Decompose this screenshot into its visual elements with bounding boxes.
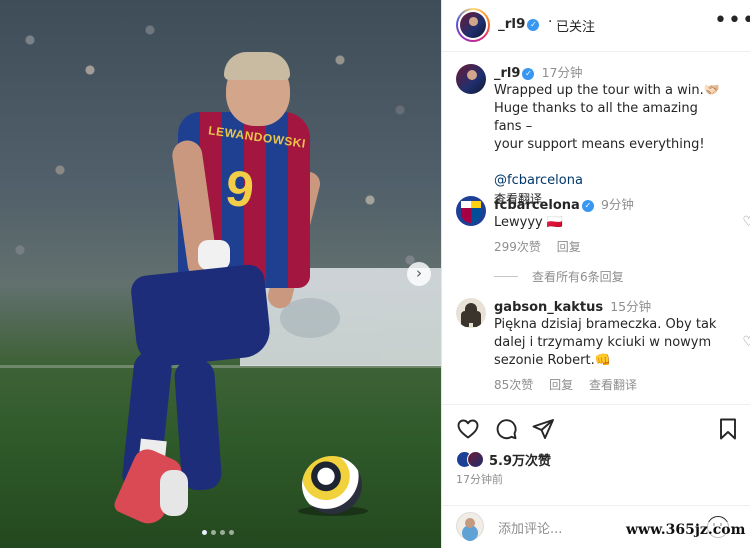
football — [302, 456, 362, 514]
player-boot-right — [160, 470, 188, 516]
more-icon[interactable]: ••• — [714, 8, 750, 33]
reply-button[interactable]: 回复 — [557, 240, 581, 254]
verified-badge-icon: ✓ — [527, 19, 540, 31]
story-ring[interactable] — [456, 8, 490, 42]
likes-count: 5.9万次赞 — [489, 454, 552, 469]
author-username[interactable]: _rl9 ✓ — [498, 16, 540, 32]
view-replies-label: 查看所有6条回复 — [532, 270, 624, 284]
player-figure: LEWANDOWSKI 9 — [0, 0, 441, 548]
carousel-indicator — [202, 530, 234, 535]
carousel-dot — [229, 530, 234, 535]
share-icon[interactable] — [531, 417, 555, 441]
heart-icon[interactable]: ♡ — [742, 214, 750, 230]
comment-text-line: dalej i trzymamy kciuki w nowym — [494, 335, 712, 350]
post-photo[interactable]: LEWANDOWSKI 9 › — [0, 0, 441, 548]
comment-text: Lewyyy 🇵🇱 — [494, 215, 564, 230]
bookmark-icon[interactable] — [716, 417, 740, 441]
comment-text-line: sezonie Robert.👊 — [494, 353, 611, 368]
reply-button[interactable]: 回复 — [549, 378, 573, 392]
post-header: _rl9✓ · 已关注 ••• — [442, 0, 750, 52]
comment-username[interactable]: fcbarcelona — [494, 198, 580, 213]
watermark: www.365jz.com — [624, 522, 748, 538]
comment-time[interactable]: 15分钟 — [610, 299, 651, 314]
carousel-dot — [202, 530, 207, 535]
player-hair — [224, 52, 290, 80]
caption-text-line: your support means everything! — [494, 137, 705, 152]
post-timestamp[interactable]: 17分钟前 — [456, 471, 503, 487]
player-wrist-tape — [198, 240, 230, 270]
separator-dot: · — [548, 14, 553, 30]
comment-icon[interactable] — [494, 417, 518, 441]
post-sidebar: _rl9✓ · 已关注 ••• _rl9✓ 17分钟 Wrapped up th… — [441, 0, 750, 548]
caption-time[interactable]: 17分钟 — [542, 65, 583, 80]
add-comment-input[interactable]: 添加评论... — [498, 518, 562, 537]
author-username-text: _rl9 — [498, 16, 526, 32]
comment-likes[interactable]: 85次赞 — [494, 378, 533, 392]
following-button[interactable]: 已关注 — [556, 16, 595, 35]
comment-text-line: Piękna dzisiaj brameczka. Oby tak — [494, 317, 717, 332]
chevron-right-icon: › — [416, 264, 422, 282]
heart-icon[interactable]: ♡ — [742, 334, 750, 350]
caption-mention-link[interactable]: @fcbarcelona — [494, 172, 726, 190]
avatar[interactable] — [456, 64, 486, 94]
comment-time[interactable]: 9分钟 — [601, 197, 634, 212]
caption-text-line: Huge thanks to all the amazing fans – — [494, 101, 698, 134]
avatar[interactable] — [456, 196, 486, 226]
avatar — [467, 451, 484, 468]
caption-username[interactable]: _rl9 — [494, 66, 520, 81]
caption-text-line: Wrapped up the tour with a win.🫱🏻‍🫲🏼 — [494, 83, 720, 98]
verified-badge-icon: ✓ — [522, 68, 535, 80]
carousel-dot — [211, 530, 216, 535]
divider — [494, 276, 518, 277]
view-replies-link[interactable]: 查看所有6条回复 — [494, 268, 624, 285]
see-translation-link[interactable]: 查看翻译 — [589, 378, 637, 392]
heart-icon[interactable] — [456, 417, 480, 441]
carousel-next-button[interactable]: › — [407, 262, 431, 286]
likes-summary[interactable]: 5.9万次赞 — [456, 450, 551, 469]
comment-username[interactable]: gabson_kaktus — [494, 300, 603, 315]
avatar[interactable] — [456, 298, 486, 328]
avatar — [456, 512, 484, 540]
player-shorts — [129, 263, 273, 369]
comment-likes[interactable]: 299次赞 — [494, 240, 541, 254]
verified-badge-icon: ✓ — [581, 200, 594, 212]
avatar — [460, 12, 486, 38]
carousel-dot — [220, 530, 225, 535]
